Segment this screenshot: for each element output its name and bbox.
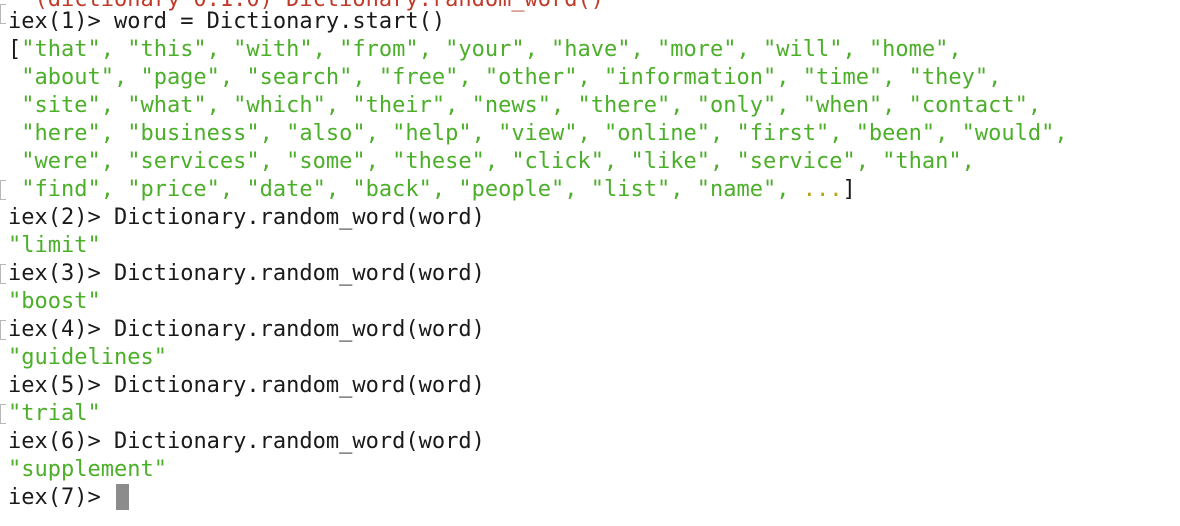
iex-prompt: iex(2)> [8,205,114,230]
iex-prompt: iex(1)> [8,9,114,34]
iex-line-2: iex(2)> Dictionary.random_word(word) [8,204,485,232]
iex-command: word = Dictionary.start() [113,9,446,34]
iex-command: Dictionary.random_word(word) [113,429,485,454]
iex-line-1: iex(1)> word = Dictionary.start() [8,8,445,36]
word-list-line: "about", "page", "search", "free", "othe… [8,65,1002,90]
word-list-line: ["that", "this", "with", "from", "your",… [8,36,962,64]
iex-prompt: iex(5)> [8,373,114,398]
text-cursor[interactable] [115,484,129,510]
line-marker [0,4,6,24]
list-close-bracket: ] [842,177,856,202]
line-marker [0,264,6,284]
line-marker [0,404,6,424]
iex-prompt: iex(4)> [8,317,114,342]
iex-prompt: iex(3)> [8,261,114,286]
iex-result: "supplement" [8,457,167,482]
iex-line-6: iex(6)> Dictionary.random_word(word) [8,428,485,456]
word-list-text: "find", "price", "date", "back", "people… [8,177,803,202]
iex-prompt: iex(6)> [8,429,114,454]
word-list-line: "were", "services", "some", "these", "cl… [8,149,975,174]
iex-input-line[interactable]: iex(7)> [8,484,129,512]
terminal-window[interactable]: (dictionary 0.1.0) Dictionary.random_wor… [0,0,1180,526]
iex-line-3: iex(3)> Dictionary.random_word(word) [8,260,485,288]
list-open-bracket: [ [8,37,22,62]
iex-command: Dictionary.random_word(word) [113,261,485,286]
iex-command: Dictionary.random_word(word) [113,373,485,398]
iex-command: Dictionary.random_word(word) [113,317,485,342]
word-list-text: "that", "this", "with", "from", "your", … [21,37,962,62]
iex-result: "trial" [8,401,101,426]
word-list-line: "site", "what", "which", "their", "news"… [8,93,1042,118]
line-marker [0,320,6,340]
iex-result: "guidelines" [8,345,167,370]
iex-line-5: iex(5)> Dictionary.random_word(word) [8,372,485,400]
line-marker [0,180,6,200]
iex-result: "boost" [8,289,101,314]
iex-result: "limit" [8,233,101,258]
word-list-line: "here", "business", "also", "help", "vie… [8,121,1068,146]
truncation-ellipsis: ... [802,177,843,202]
word-list-last-line: "find", "price", "date", "back", "people… [8,176,856,204]
iex-prompt: iex(7)> [8,485,114,510]
iex-command: Dictionary.random_word(word) [113,205,485,230]
iex-line-4: iex(4)> Dictionary.random_word(word) [8,316,485,344]
